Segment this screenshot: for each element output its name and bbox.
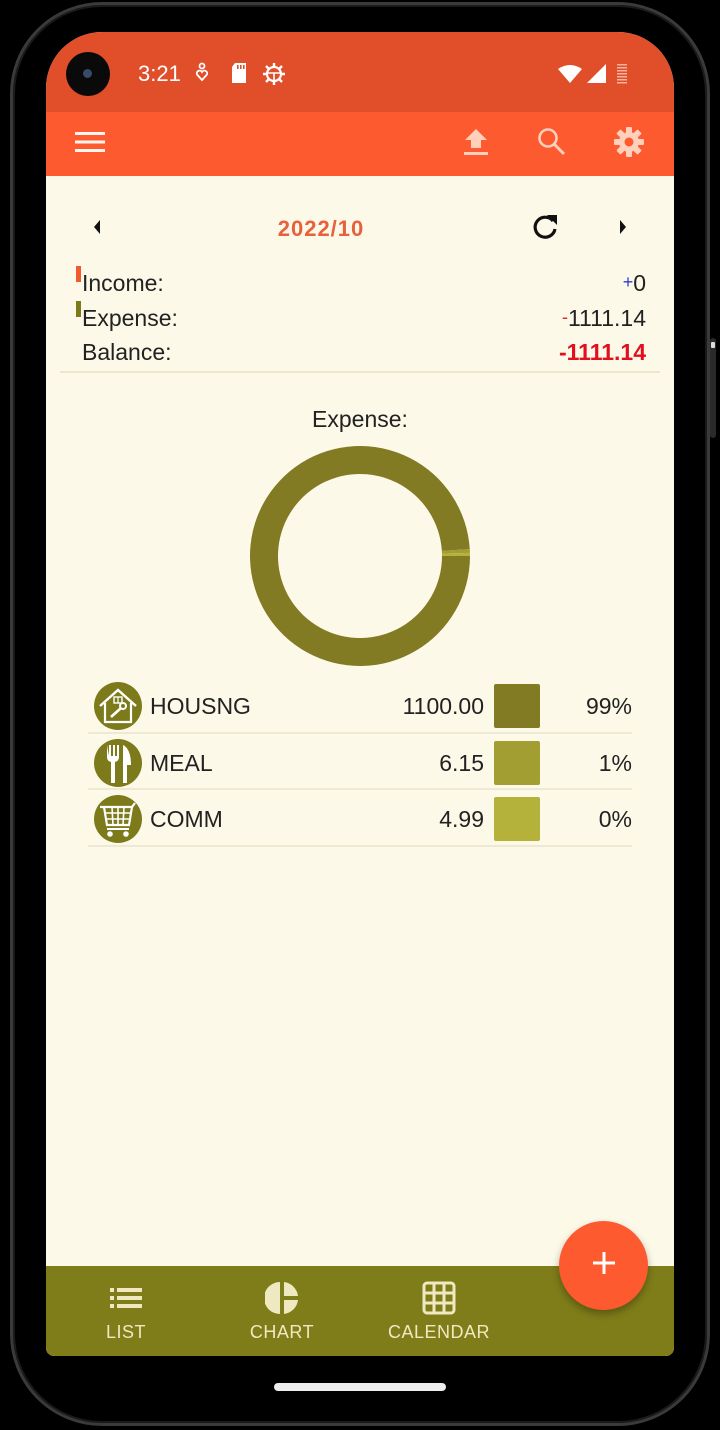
category-color-swatch bbox=[494, 684, 540, 728]
search-button[interactable] bbox=[532, 124, 572, 164]
nav-tab-label: CHART bbox=[249, 1322, 315, 1342]
expense-sign: - bbox=[561, 306, 568, 327]
plus-icon bbox=[592, 1251, 616, 1280]
upload-icon bbox=[463, 128, 489, 161]
home-indicator[interactable] bbox=[274, 1383, 446, 1391]
sd-card-icon bbox=[230, 62, 248, 89]
nav-tab-calendar[interactable]: CALENDAR bbox=[369, 1281, 509, 1343]
refresh-button[interactable] bbox=[530, 214, 560, 244]
cell-signal-icon bbox=[586, 64, 606, 89]
category-legend: HOUSNG 1100.00 99% MEAL 6.15 1% COMM 4.9… bbox=[88, 677, 632, 847]
power-button bbox=[710, 338, 716, 438]
expense-marker bbox=[76, 300, 81, 317]
expense-donut-chart[interactable] bbox=[250, 446, 470, 666]
phone-device: 3:21 2022/10 Income: +0 Expense: -1111.1… bbox=[0, 0, 720, 1430]
wifi-icon bbox=[558, 64, 582, 89]
expense-row: Expense: -1111.14 bbox=[74, 299, 646, 334]
nav-tab-chart[interactable]: CHART bbox=[212, 1281, 352, 1343]
fork-knife-icon bbox=[94, 738, 142, 787]
app-toolbar bbox=[46, 112, 674, 176]
category-color-swatch bbox=[494, 740, 540, 785]
balance-row: Balance: -1111.14 bbox=[74, 333, 646, 368]
menu-button[interactable] bbox=[70, 124, 110, 164]
legend-row-comm[interactable]: COMM 4.99 0% bbox=[88, 790, 632, 847]
income-row: Income: +0 bbox=[74, 264, 646, 299]
category-percent: 1% bbox=[598, 749, 632, 776]
pie-chart-icon bbox=[264, 1281, 299, 1320]
chart-page-content: 2022/10 Income: +0 Expense: -1111.14 Bal… bbox=[46, 176, 674, 1266]
category-percent: 99% bbox=[585, 693, 632, 719]
summary-panel: Income: +0 Expense: -1111.14 Balance: -1… bbox=[74, 264, 646, 368]
hamburger-menu-icon bbox=[75, 131, 105, 158]
category-percent: 0% bbox=[598, 806, 632, 832]
category-amount: 4.99 bbox=[439, 806, 484, 832]
category-name: MEAL bbox=[150, 749, 213, 776]
income-label: Income: bbox=[82, 270, 164, 296]
legend-row-housng[interactable]: HOUSNG 1100.00 99% bbox=[88, 677, 632, 734]
category-amount: 6.15 bbox=[439, 749, 484, 776]
month-navigator: 2022/10 bbox=[46, 206, 674, 250]
legend-row-meal[interactable]: MEAL 6.15 1% bbox=[88, 734, 632, 790]
debug-bug-icon bbox=[262, 62, 286, 91]
nav-tab-list[interactable]: LIST bbox=[56, 1284, 196, 1343]
income-sign: + bbox=[622, 272, 634, 292]
nav-tab-label: LIST bbox=[105, 1322, 146, 1342]
refresh-icon bbox=[531, 213, 559, 246]
income-value: +0 bbox=[623, 270, 646, 297]
income-amount: 0 bbox=[633, 270, 646, 296]
nav-tab-label: CALENDAR bbox=[387, 1322, 491, 1342]
category-name: HOUSNG bbox=[150, 693, 251, 719]
list-icon bbox=[110, 1287, 142, 1314]
category-color-swatch bbox=[494, 797, 540, 841]
balance-sign: - bbox=[558, 339, 567, 365]
location-heart-icon bbox=[194, 62, 210, 87]
caret-right-icon bbox=[618, 219, 628, 240]
balance-value: -1111.14 bbox=[559, 339, 646, 366]
chart-title: Expense: bbox=[312, 406, 408, 432]
expense-value: -1111.14 bbox=[562, 305, 646, 332]
balance-label: Balance: bbox=[82, 339, 172, 365]
settings-button[interactable] bbox=[609, 124, 649, 164]
search-icon bbox=[537, 127, 567, 162]
add-transaction-fab[interactable] bbox=[559, 1221, 648, 1310]
category-amount: 1100.00 bbox=[402, 693, 484, 719]
calendar-grid-icon bbox=[422, 1281, 456, 1320]
battery-icon bbox=[616, 63, 628, 90]
settings-gear-icon bbox=[613, 126, 645, 163]
front-camera bbox=[66, 52, 110, 96]
app-screen: 3:21 2022/10 Income: +0 Expense: -1111.1… bbox=[46, 32, 674, 1356]
status-bar: 3:21 bbox=[46, 32, 674, 112]
summary-divider bbox=[60, 371, 660, 373]
category-name: COMM bbox=[150, 806, 223, 832]
donut-slice-housng[interactable] bbox=[250, 446, 470, 666]
upload-button[interactable] bbox=[456, 124, 496, 164]
status-time: 3:21 bbox=[138, 61, 181, 86]
expense-label: Expense: bbox=[82, 304, 178, 331]
house-repair-icon bbox=[94, 682, 142, 730]
income-marker bbox=[76, 266, 81, 282]
shopping-cart-icon bbox=[94, 795, 142, 843]
next-month-button[interactable] bbox=[608, 214, 638, 244]
expense-amount: 1111.14 bbox=[567, 304, 646, 331]
balance-amount: 1111.14 bbox=[566, 339, 646, 365]
month-label[interactable]: 2022/10 bbox=[46, 216, 596, 242]
